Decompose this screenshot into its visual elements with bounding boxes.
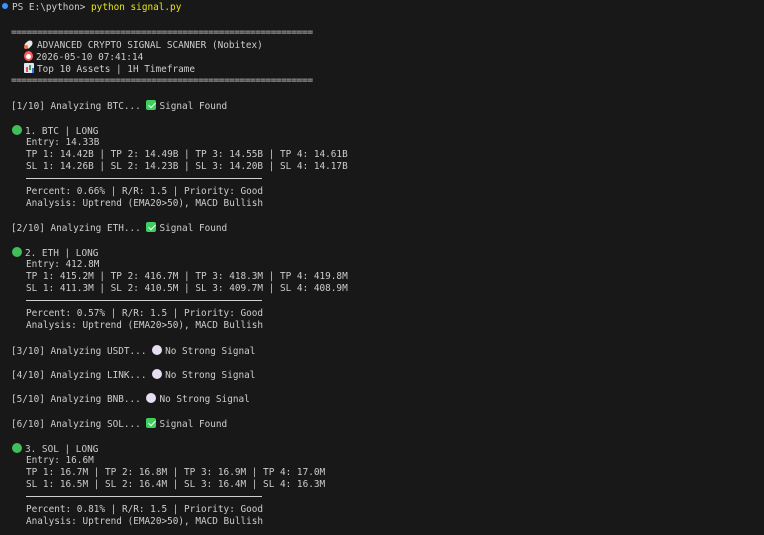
green-circle-icon: [12, 247, 22, 257]
signal-header: 3. SOL | LONG: [12, 443, 98, 455]
signal-divider: [26, 300, 262, 301]
prompt-status-dot-icon: [2, 3, 8, 9]
status-text: [3/10] Analyzing USDT...: [11, 346, 153, 357]
signal-sl: SL 1: 16.5M | SL 2: 16.4M | SL 3: 16.4M …: [26, 479, 326, 490]
check-mark-icon: [146, 100, 157, 110]
white-circle-icon: [146, 393, 157, 403]
signal-entry: Entry: 14.33B: [26, 137, 100, 148]
status-result: Signal Found: [159, 419, 228, 430]
signal-divider: [26, 178, 262, 179]
prompt-path: PS E:\python>: [12, 2, 92, 13]
signal-tp: TP 1: 14.42B | TP 2: 14.49B | TP 3: 14.5…: [26, 149, 348, 160]
signal-title: 2. ETH | LONG: [25, 248, 99, 259]
signal-analysis: Analysis: Uptrend (EMA20>50), MACD Bulli…: [26, 516, 264, 527]
status-text: [5/10] Analyzing BNB...: [11, 394, 147, 405]
signal-stats: Percent: 0.66% | R/R: 1.5 | Priority: Go…: [26, 186, 264, 197]
status-text: [1/10] Analyzing BTC...: [11, 101, 147, 112]
status-line: [6/10] Analyzing SOL... Signal Found: [11, 418, 227, 430]
banner-datetime: 2026-05-10 07:41:14: [36, 52, 144, 63]
status-line: [3/10] Analyzing USDT... No Strong Signa…: [11, 345, 255, 357]
white-circle-icon: [152, 369, 163, 379]
rocket-icon: [24, 39, 34, 49]
signal-title: 1. BTC | LONG: [25, 126, 99, 137]
signal-sl: SL 1: 14.26B | SL 2: 14.23B | SL 3: 14.2…: [26, 161, 348, 172]
signal-entry: Entry: 412.8M: [26, 259, 100, 270]
status-result: Signal Found: [159, 223, 228, 234]
banner-scope: Top 10 Assets | 1H Timeframe: [37, 64, 196, 75]
signal-tp: TP 1: 415.2M | TP 2: 416.7M | TP 3: 418.…: [26, 271, 348, 282]
status-text: [4/10] Analyzing LINK...: [11, 370, 153, 381]
signal-entry: Entry: 16.6M: [26, 455, 94, 466]
signal-analysis: Analysis: Uptrend (EMA20>50), MACD Bulli…: [26, 198, 264, 209]
banner-scope-line: Top 10 Assets | 1H Timeframe: [24, 63, 195, 75]
status-result: Signal Found: [159, 101, 228, 112]
status-result: No Strong Signal: [165, 370, 256, 381]
signal-header: 2. ETH | LONG: [12, 247, 98, 259]
signal-header: 1. BTC | LONG: [12, 125, 98, 137]
signal-divider: [26, 496, 262, 497]
status-text: [6/10] Analyzing SOL...: [11, 419, 147, 430]
signal-stats: Percent: 0.81% | R/R: 1.5 | Priority: Go…: [26, 504, 264, 515]
status-text: [2/10] Analyzing ETH...: [11, 223, 147, 234]
status-result: No Strong Signal: [165, 346, 256, 357]
green-circle-icon: [12, 443, 22, 453]
check-mark-icon: [146, 418, 157, 428]
signal-sl: SL 1: 411.3M | SL 2: 410.5M | SL 3: 409.…: [26, 283, 348, 294]
white-circle-icon: [152, 345, 163, 355]
signal-analysis: Analysis: Uptrend (EMA20>50), MACD Bulli…: [26, 320, 264, 331]
signal-tp: TP 1: 16.7M | TP 2: 16.8M | TP 3: 16.9M …: [26, 467, 326, 478]
prompt-command: python signal.py: [91, 2, 182, 13]
banner-rule-bottom: ========================================…: [11, 75, 313, 86]
banner-datetime-line: 2026-05-10 07:41:14: [24, 51, 143, 63]
status-line: [1/10] Analyzing BTC... Signal Found: [11, 100, 227, 112]
banner-title-line: ADVANCED CRYPTO SIGNAL SCANNER (Nobitex): [24, 39, 263, 51]
terminal-output[interactable]: PS E:\python> python signal.py =========…: [0, 0, 764, 535]
alarm-clock-icon: [24, 51, 33, 61]
status-line: [4/10] Analyzing LINK... No Strong Signa…: [11, 369, 255, 381]
signal-title: 3. SOL | LONG: [25, 444, 99, 455]
status-line: [5/10] Analyzing BNB... No Strong Signal: [11, 393, 250, 405]
check-mark-icon: [146, 222, 157, 232]
status-line: [2/10] Analyzing ETH... Signal Found: [11, 222, 227, 234]
banner-title: ADVANCED CRYPTO SIGNAL SCANNER (Nobitex): [37, 40, 263, 51]
banner-rule-top: ========================================…: [11, 27, 313, 38]
prompt-line: PS E:\python> python signal.py: [2, 2, 181, 14]
status-result: No Strong Signal: [159, 394, 250, 405]
green-circle-icon: [12, 125, 22, 135]
bar-chart-icon: [24, 63, 34, 73]
signal-stats: Percent: 0.57% | R/R: 1.5 | Priority: Go…: [26, 308, 264, 319]
